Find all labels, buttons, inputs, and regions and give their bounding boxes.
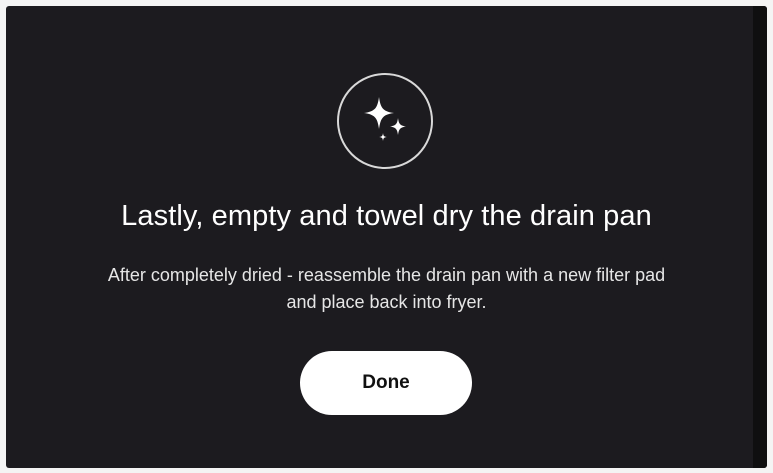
dialog-message-line-1: After completely dried - reassemble the … [107,265,666,285]
dialog-message-line-2: and place back into fryer. [286,292,487,312]
sparkle-small [379,133,387,141]
done-button[interactable]: Done [300,351,472,415]
dialog-message: After completely dried - reassemble the … [16,262,757,316]
sparkle-medium [390,118,406,135]
dialog-title: Lastly, empty and towel dry the drain pa… [121,200,652,232]
completion-dialog: Lastly, empty and towel dry the drain pa… [6,6,767,468]
sparkles-icon [364,97,406,141]
sparkles-icon-circle [337,73,433,169]
sparkle-large [364,97,394,129]
